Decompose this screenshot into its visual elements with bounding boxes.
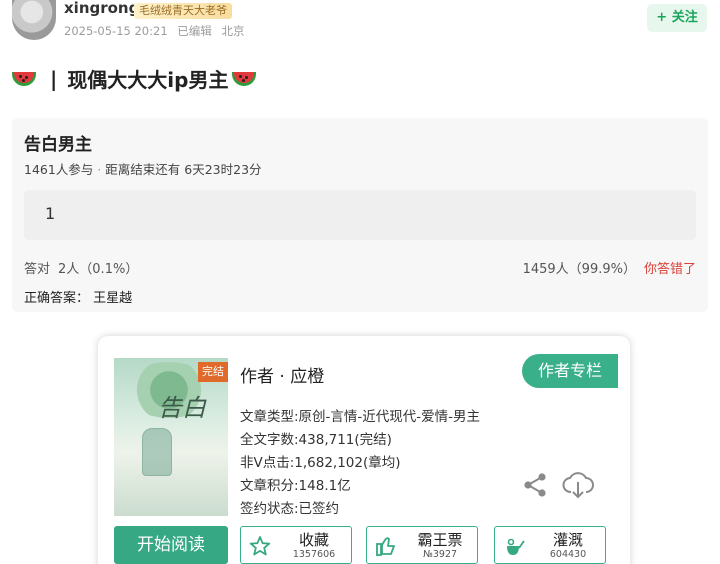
title-text: 现偶大大大ip男主 bbox=[67, 68, 229, 92]
book-cover[interactable]: 完结 告白 bbox=[114, 358, 228, 516]
post-location: 北京 bbox=[221, 24, 245, 38]
book-info: 文章类型:原创-言情-近代现代-爱情-男主 全文字数:438,711(完结) 非… bbox=[240, 406, 480, 521]
wrong-message: 你答错了 bbox=[643, 262, 696, 277]
book-card[interactable]: 完结 告白 作者 · 应橙 作者专栏 文章类型:原创-言情-近代现代-爱情-男主… bbox=[98, 336, 630, 564]
share-icon[interactable] bbox=[522, 472, 548, 498]
vote-count: №3927 bbox=[422, 549, 458, 560]
correct-stat: 答对 2人（0.1%） bbox=[24, 258, 146, 277]
correct-label: 答对 bbox=[24, 262, 51, 277]
book-score: 文章积分:148.1亿 bbox=[240, 478, 351, 494]
thumbs-up-icon bbox=[376, 537, 395, 556]
watermelon-icon bbox=[232, 71, 257, 86]
vote-button[interactable]: 霸王票 №3927 bbox=[366, 526, 478, 564]
meta-dot: · bbox=[97, 162, 102, 177]
author-name[interactable]: 作者 · 应橙 bbox=[240, 362, 324, 387]
correct-count: 2人（0.1%） bbox=[58, 262, 139, 277]
quiz-option[interactable]: 1 bbox=[24, 190, 696, 240]
avatar[interactable] bbox=[12, 0, 56, 40]
star-icon bbox=[249, 536, 271, 556]
water-button[interactable]: 灌溉 604430 bbox=[494, 526, 606, 564]
vote-label: 霸王票 bbox=[417, 531, 463, 549]
deadline-text: 距离结束还有 6天23时23分 bbox=[105, 162, 262, 177]
quiz-card: 告白男主 1461人参与 · 距离结束还有 6天23时23分 1 答对 2人（0.1%… bbox=[12, 118, 708, 312]
start-reading-button[interactable]: 开始阅读 bbox=[114, 526, 228, 564]
post-meta: 2025-05-15 20:21 已编辑 北京 bbox=[64, 23, 250, 39]
quiz-meta: 1461人参与 · 距离结束还有 6天23时23分 bbox=[24, 159, 262, 178]
participant-count: 1461人参与 bbox=[24, 162, 94, 177]
page-title: | 现偶大大大ip男主 bbox=[12, 64, 257, 93]
favorite-label: 收藏 bbox=[298, 531, 329, 549]
title-separator: | bbox=[50, 66, 58, 91]
water-count: 604430 bbox=[549, 549, 587, 560]
book-type: 文章类型:原创-言情-近代现代-爱情-男主 bbox=[240, 409, 481, 425]
book-word-count: 全文字数:438,711(完结) bbox=[240, 432, 392, 448]
correct-answer: 正确答案： 王星越 bbox=[24, 291, 133, 306]
post-date: 2025-05-15 20:21 bbox=[64, 24, 168, 38]
book-clicks: 非V点击:1,682,102(章均) bbox=[240, 455, 401, 471]
favorite-button[interactable]: 收藏 1357606 bbox=[240, 526, 352, 564]
wrong-stat: 1459人（99.9%） 你答错了 bbox=[523, 258, 696, 277]
username[interactable]: xingrong bbox=[64, 0, 139, 17]
water-label: 灌溉 bbox=[552, 531, 583, 549]
follow-button[interactable]: + 关注 bbox=[647, 4, 707, 32]
user-badge: 毛绒绒青天大老爷 bbox=[134, 3, 232, 19]
book-status: 签约状态:已签约 bbox=[240, 501, 340, 517]
quiz-title: 告白男主 bbox=[24, 135, 92, 155]
completed-ribbon: 完结 bbox=[198, 362, 228, 382]
cover-title: 告白 bbox=[158, 394, 206, 422]
wrong-count: 1459人（99.9%） bbox=[522, 262, 636, 277]
favorite-count: 1357606 bbox=[292, 549, 336, 560]
watering-can-icon bbox=[507, 538, 525, 555]
watermelon-icon bbox=[12, 71, 36, 86]
edited-tag: 已编辑 bbox=[177, 24, 212, 38]
download-icon[interactable] bbox=[562, 470, 594, 500]
option-text: 1 bbox=[45, 204, 56, 223]
author-column-button[interactable]: 作者专栏 bbox=[522, 354, 618, 388]
